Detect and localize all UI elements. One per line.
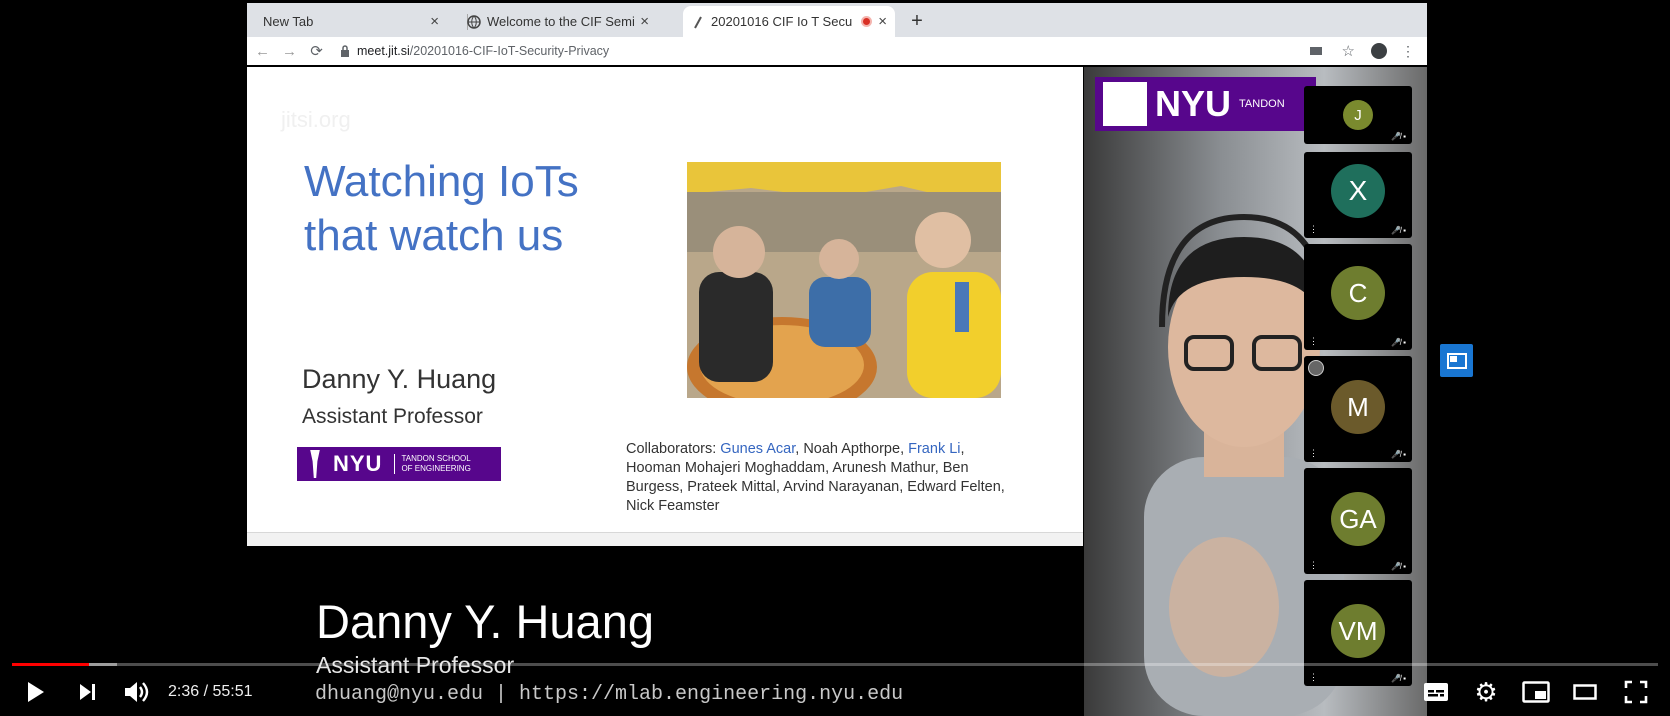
play-button[interactable]	[20, 676, 52, 708]
more-vertical-icon: ⋮	[1401, 42, 1415, 59]
lower-third-name: Danny Y. Huang	[316, 595, 654, 648]
participant-tile: M ⋮ 🎤̸ ▪	[1304, 356, 1412, 462]
theater-mode-button[interactable]	[1568, 676, 1602, 708]
profile-icon	[1371, 43, 1387, 59]
slide-speaker-role: Assistant Professor	[302, 405, 483, 428]
collaborator-highlight: Frank Li	[908, 441, 961, 457]
close-icon: ×	[878, 13, 887, 30]
slide-speaker-name: Danny Y. Huang	[302, 364, 497, 394]
more-vertical-icon: ⋮	[1309, 560, 1318, 570]
tab-title: 20201016 CIF Io T Secu	[711, 14, 853, 29]
tab-cif-seminar: Welcome to the CIF Semin ×	[457, 6, 657, 37]
more-vertical-icon: ⋮	[1309, 672, 1318, 682]
browser-window: New Tab × Welcome to the CIF Semin × 202…	[247, 3, 1427, 65]
more-vertical-icon: ⋮	[1309, 224, 1318, 234]
video-player[interactable]: New Tab × Welcome to the CIF Semin × 202…	[0, 0, 1670, 716]
nyu-banner: NYU TANDON	[1095, 77, 1316, 131]
jitsi-watermark: jitsi.org	[281, 107, 351, 132]
subtitles-icon	[1424, 683, 1448, 701]
participant-avatar: M	[1331, 380, 1385, 434]
tab-new-tab: New Tab ×	[247, 6, 447, 37]
next-button[interactable]	[72, 676, 104, 708]
tab-title: New Tab	[263, 14, 314, 29]
more-vertical-icon: ⋮	[1309, 336, 1318, 346]
camera-icon	[1309, 47, 1322, 55]
mic-muted-icon: 🎤̸ ▪	[1390, 338, 1406, 347]
lower-third-contact: dhuang@nyu.edu | https://mlab.engineerin…	[315, 683, 904, 706]
nyu-tandon-logo: NYU TANDON SCHOOL OF ENGINEERING	[297, 447, 501, 481]
presentation-slide: jitsi.org Watching IoTs that watch us Da…	[247, 67, 1083, 546]
miniplayer-icon	[1522, 681, 1550, 703]
skip-next-icon	[80, 684, 95, 700]
collaborator-highlight: Gunes Acar	[720, 441, 796, 457]
group-photo	[687, 162, 1001, 398]
mic-muted-icon: 🎤̸ ▪	[1390, 562, 1406, 571]
mic-muted-icon: 🎤̸ ▪	[1390, 450, 1406, 459]
globe-icon	[467, 14, 481, 29]
picture-in-picture-icon[interactable]	[1440, 344, 1473, 377]
progress-played	[12, 663, 90, 666]
torch-icon	[1103, 82, 1147, 126]
participant-tile: J 🎤̸ ▪	[1304, 86, 1412, 144]
banner-wordmark: NYU	[1155, 83, 1232, 124]
mic-muted-icon: 🎤̸ ▪	[1390, 132, 1406, 141]
recording-icon	[861, 16, 873, 27]
forward-icon: →	[282, 42, 297, 60]
mic-muted-icon: 🎤̸ ▪	[1390, 226, 1406, 235]
logo-wordmark: NYU	[333, 451, 383, 476]
slide-status-bar	[247, 532, 1083, 546]
fullscreen-icon	[1624, 680, 1648, 704]
collaborators-text: Collaborators: Gunes Acar, Noah Apthorpe…	[626, 440, 1006, 516]
participant-tile: X ⋮ 🎤̸ ▪	[1304, 152, 1412, 238]
theater-icon	[1573, 684, 1597, 700]
connection-signal-icon	[1308, 360, 1324, 376]
time-display: 2:36 / 55:51	[168, 683, 253, 700]
url-path: /20201016-CIF-IoT-Security-Privacy	[409, 44, 610, 58]
progress-bar[interactable]	[12, 663, 1658, 666]
url-host: meet.jit.si	[357, 44, 410, 58]
close-icon: ×	[430, 13, 439, 30]
miniplayer-button[interactable]	[1519, 676, 1553, 708]
gear-icon: ⚙	[1474, 676, 1498, 707]
mic-muted-icon: 🎤̸ ▪	[1390, 674, 1406, 683]
participant-avatar: C	[1331, 266, 1385, 320]
play-icon	[28, 682, 44, 702]
tab-title: Welcome to the CIF Semin	[487, 14, 635, 29]
fullscreen-button[interactable]	[1618, 676, 1654, 708]
more-vertical-icon: ⋮	[1309, 448, 1318, 458]
back-icon: ←	[255, 42, 270, 60]
volume-icon	[125, 682, 149, 702]
participant-avatar: X	[1331, 164, 1385, 218]
banner-subtext: TANDON	[1239, 98, 1285, 110]
participant-avatar: J	[1343, 100, 1373, 130]
participant-tile: VM ⋮ 🎤̸ ▪	[1304, 580, 1412, 686]
jitsi-icon	[694, 16, 702, 28]
reload-icon: ⟳	[310, 43, 323, 60]
subtitles-button[interactable]	[1420, 676, 1452, 708]
participant-avatar: VM	[1331, 604, 1385, 658]
settings-button[interactable]: ⚙	[1470, 676, 1502, 708]
collaborators-label: Collaborators:	[626, 441, 717, 457]
pizza-photo-image	[687, 162, 1001, 398]
slide-title: Watching IoTs that watch us	[304, 157, 579, 260]
mute-button[interactable]	[119, 676, 155, 708]
tab-jitsi-meeting: 20201016 CIF Io T Secu ×	[683, 6, 895, 37]
participant-tile: C ⋮ 🎤̸ ▪	[1304, 244, 1412, 350]
new-tab-icon: +	[911, 10, 923, 32]
participant-tile: GA ⋮ 🎤̸ ▪	[1304, 468, 1412, 574]
torch-icon	[310, 450, 320, 478]
address-bar: ← → ⟳ meet.jit.si/20201016-CIF-IoT-Secur…	[247, 37, 1427, 65]
participant-avatar: GA	[1331, 492, 1385, 546]
close-icon: ×	[640, 13, 649, 30]
lock-icon	[341, 45, 349, 57]
collaborators-list: , Noah Apthorpe,	[795, 441, 909, 457]
logo-subtext: TANDON SCHOOL OF ENGINEERING	[394, 454, 474, 474]
star-icon: ☆	[1341, 43, 1355, 60]
